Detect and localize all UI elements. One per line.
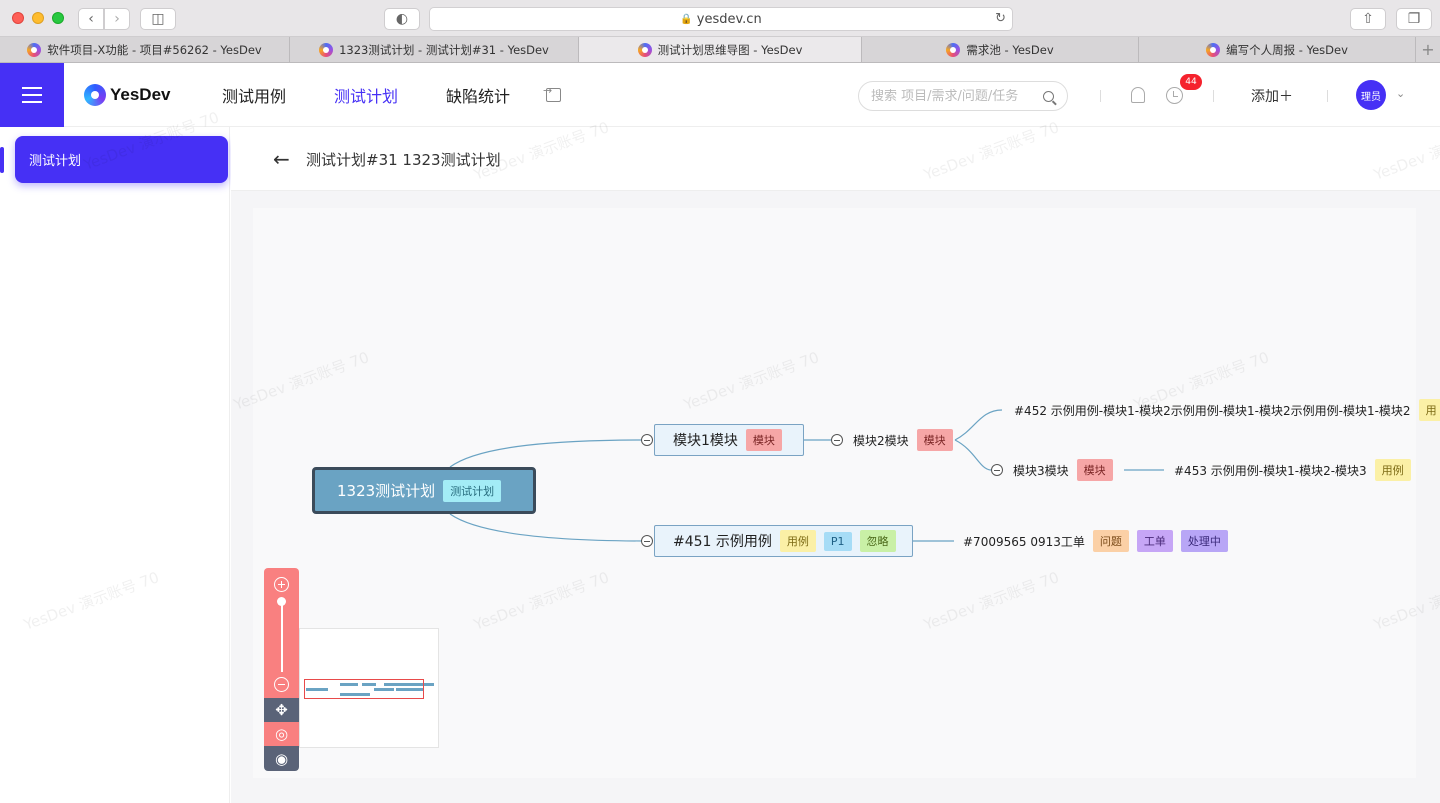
yesdev-favicon-icon xyxy=(637,42,652,57)
zoom-panel xyxy=(264,568,299,698)
nav-defect-stats[interactable]: 缺陷统计 xyxy=(446,83,510,107)
search-icon[interactable] xyxy=(1043,90,1054,102)
mindmap-node-case451[interactable]: #451 示例用例 用例 P1 忽略 xyxy=(654,525,913,557)
mindmap-node-module1[interactable]: 模块1模块 模块 xyxy=(654,424,804,456)
browser-tab[interactable]: 需求池 - YesDev xyxy=(862,37,1139,62)
target-icon[interactable]: ◎ xyxy=(264,722,299,746)
zoom-slider-track[interactable] xyxy=(281,602,283,672)
tag-case: 用 xyxy=(1418,399,1440,421)
url-text: yesdev.cn xyxy=(696,11,762,27)
mindmap-node-module2[interactable]: 模块2模块 模块 xyxy=(853,429,953,451)
zoom-out-icon[interactable] xyxy=(274,677,289,692)
sidebar-item-test-plan[interactable]: 测试计划 xyxy=(15,136,228,183)
sidebar-toggle-icon[interactable]: ◫ xyxy=(140,8,176,30)
move-icon[interactable]: ✥ xyxy=(264,698,299,722)
chevron-down-icon[interactable]: ⌄ xyxy=(1396,87,1405,100)
browser-forward-button[interactable]: › xyxy=(104,8,130,30)
notification-badge: 44 xyxy=(1180,74,1202,90)
hamburger-menu-button[interactable] xyxy=(0,63,64,127)
zoom-slider-handle[interactable] xyxy=(277,597,286,606)
yesdev-favicon-icon xyxy=(946,42,961,57)
tag-issue: 问题 xyxy=(1092,530,1129,552)
divider xyxy=(1213,90,1214,102)
back-arrow-icon[interactable]: ← xyxy=(273,147,290,171)
browser-tab[interactable]: 编写个人周报 - YesDev xyxy=(1139,37,1416,62)
yesdev-favicon-icon xyxy=(319,42,334,57)
lock-icon: 🔒 xyxy=(680,13,693,25)
share-icon[interactable]: ⇧ xyxy=(1350,8,1386,30)
eye-icon[interactable]: ◉ xyxy=(264,746,299,771)
add-button[interactable]: 添加＋ xyxy=(1251,86,1293,106)
collapse-toggle-icon[interactable] xyxy=(641,434,653,446)
browser-tab[interactable]: 1323测试计划 - 测试计划#31 - YesDev xyxy=(290,37,579,62)
privacy-shield-icon[interactable]: ◐ xyxy=(384,8,420,30)
page-header: ← 测试计划#31 1323测试计划 xyxy=(231,127,1440,191)
mindmap-node-module3[interactable]: 模块3模块 模块 xyxy=(1013,459,1113,481)
nav-test-plans[interactable]: 测试计划 xyxy=(334,83,398,107)
yesdev-favicon-icon xyxy=(27,42,42,57)
search-box[interactable] xyxy=(858,81,1068,111)
active-marker xyxy=(0,147,4,173)
collapse-toggle-icon[interactable] xyxy=(831,434,843,446)
minimap[interactable] xyxy=(299,628,439,748)
avatar[interactable]: 理员 xyxy=(1356,80,1386,110)
bell-icon[interactable] xyxy=(1131,87,1145,103)
mindmap-node-case452[interactable]: #452 示例用例-模块1-模块2示例用例-模块1-模块2示例用例-模块1-模块… xyxy=(1014,399,1440,421)
tag-module: 模块 xyxy=(745,429,782,451)
divider xyxy=(1327,90,1328,102)
collapse-toggle-icon[interactable] xyxy=(641,535,653,547)
mindmap-root-node[interactable]: 1323测试计划 测试计划 xyxy=(312,467,536,514)
page-title: 测试计划#31 1323测试计划 xyxy=(306,151,501,169)
minimap-viewport[interactable] xyxy=(304,679,424,699)
tag-priority: P1 xyxy=(823,531,852,551)
address-bar[interactable]: 🔒 yesdev.cn ↻ xyxy=(429,7,1013,31)
zoom-in-icon[interactable] xyxy=(274,577,289,592)
logo[interactable]: YesDev xyxy=(84,84,171,106)
browser-tabbar: 软件项目-X功能 - 项目#56262 - YesDev 1323测试计划 - … xyxy=(0,37,1440,63)
exit-icon[interactable] xyxy=(543,84,561,102)
left-sidebar: 测试计划 xyxy=(0,127,230,803)
collapse-toggle-icon[interactable] xyxy=(991,464,1003,476)
tag-status: 处理中 xyxy=(1180,530,1228,552)
app-header: YesDev 测试用例 测试计划 缺陷统计 44 添加＋ 理员 ⌄ xyxy=(0,63,1440,127)
browser-tab-active[interactable]: 测试计划思维导图 - YesDev xyxy=(579,37,862,62)
yesdev-favicon-icon xyxy=(1206,42,1221,57)
window-minimize-button[interactable] xyxy=(32,12,44,24)
tag-test-plan: 测试计划 xyxy=(443,479,502,502)
mindmap-node-case453[interactable]: #453 示例用例-模块1-模块2-模块3 用例 xyxy=(1174,459,1411,481)
tag-case: 用例 xyxy=(779,530,816,552)
top-nav: 测试用例 测试计划 缺陷统计 xyxy=(222,63,558,127)
reload-icon[interactable]: ↻ xyxy=(995,11,1006,26)
tag-status: 忽略 xyxy=(859,530,896,552)
tag-case: 用例 xyxy=(1374,459,1411,481)
yesdev-logo-icon xyxy=(84,84,106,106)
nav-test-cases[interactable]: 测试用例 xyxy=(222,83,286,107)
window-close-button[interactable] xyxy=(12,12,24,24)
new-tab-button[interactable]: + xyxy=(1416,37,1440,62)
tag-module: 模块 xyxy=(916,429,953,451)
zoom-toolbar: ✥ ◎ ◉ xyxy=(264,568,299,771)
search-input[interactable] xyxy=(871,88,1039,104)
mindmap-node-issue[interactable]: #7009565 0913工单 问题 工单 处理中 xyxy=(963,530,1228,552)
divider xyxy=(1100,90,1101,102)
browser-tab[interactable]: 软件项目-X功能 - 项目#56262 - YesDev xyxy=(0,37,290,62)
browser-back-button[interactable]: ‹ xyxy=(78,8,104,30)
window-maximize-button[interactable] xyxy=(52,12,64,24)
browser-titlebar: ‹ › ◫ ◐ 🔒 yesdev.cn ↻ ⇧ ❐ xyxy=(0,0,1440,37)
alarm-clock-icon[interactable] xyxy=(1166,87,1183,104)
menu-icon xyxy=(22,94,42,96)
tag-order: 工单 xyxy=(1136,530,1173,552)
tab-overview-icon[interactable]: ❐ xyxy=(1396,8,1432,30)
tag-module: 模块 xyxy=(1076,459,1113,481)
